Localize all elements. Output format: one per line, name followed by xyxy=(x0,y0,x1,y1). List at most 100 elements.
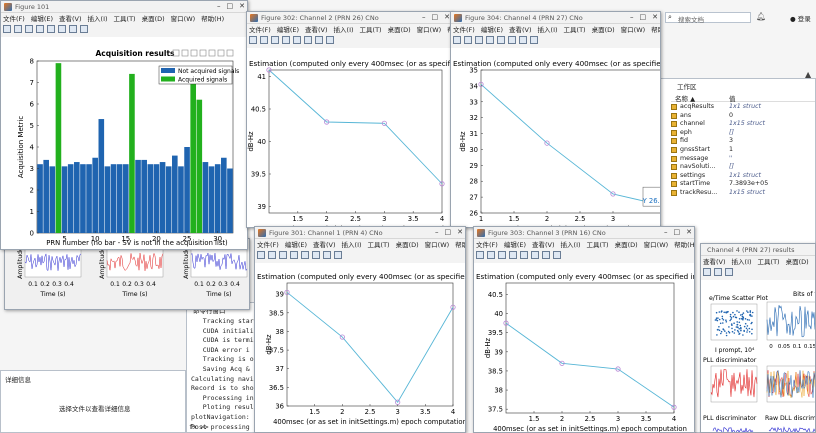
menu-item[interactable]: 查看(V) xyxy=(532,239,555,250)
toolbar-icon[interactable] xyxy=(80,25,88,33)
menu-item[interactable]: 编辑(E) xyxy=(277,24,299,35)
workspace-row[interactable]: settings 1x1 struct xyxy=(671,172,815,181)
maximize-icon[interactable]: □ xyxy=(640,13,647,21)
toolbar-icon[interactable] xyxy=(475,36,483,44)
menu-item[interactable]: 编辑(E) xyxy=(504,239,526,250)
workspace-row[interactable]: trackResu... 1x15 struct xyxy=(671,189,815,198)
menu-item[interactable]: 工具(T) xyxy=(114,13,136,24)
search-bar[interactable]: ⌕ 搜索文档 xyxy=(665,12,751,24)
menu-item[interactable]: 插入(I) xyxy=(538,24,558,35)
toolbar-icon[interactable] xyxy=(260,36,268,44)
toolbar-icon[interactable] xyxy=(304,36,312,44)
menu-item[interactable]: 窗口(W) xyxy=(621,24,646,35)
menu-item[interactable]: 窗口(W) xyxy=(171,13,196,24)
minimize-icon[interactable]: – xyxy=(217,2,221,10)
toolbar-icon[interactable] xyxy=(498,251,506,259)
menu-item[interactable]: 桌面(D) xyxy=(396,239,419,250)
toolbar-icon[interactable] xyxy=(530,36,538,44)
toolbar-icon[interactable] xyxy=(271,36,279,44)
workspace-row[interactable]: fid 3 xyxy=(671,137,815,146)
toolbar-icon[interactable] xyxy=(69,25,77,33)
workspace-row[interactable]: message '' xyxy=(671,155,815,164)
toolbar-icon[interactable] xyxy=(3,25,11,33)
toolbar-icon[interactable] xyxy=(268,251,276,259)
menu-item[interactable]: 工具(T) xyxy=(587,239,609,250)
toolbar-icon[interactable] xyxy=(282,36,290,44)
toolbar-icon[interactable] xyxy=(14,25,22,33)
toolbar-icon[interactable] xyxy=(36,25,44,33)
close-icon[interactable]: ✕ xyxy=(652,13,658,21)
menu-item[interactable]: 查看(V) xyxy=(509,24,532,35)
close-icon[interactable]: ✕ xyxy=(457,228,463,236)
maximize-icon[interactable]: □ xyxy=(674,228,681,236)
minimize-icon[interactable]: – xyxy=(630,13,634,21)
menu-item[interactable]: 插入(I) xyxy=(88,13,108,24)
menu-item[interactable]: 桌面(D) xyxy=(388,24,411,35)
toolbar-icon[interactable] xyxy=(334,251,342,259)
toolbar-icon[interactable] xyxy=(508,36,516,44)
toolbar-icon[interactable] xyxy=(703,268,711,276)
workspace-row[interactable]: eph [] xyxy=(671,129,815,138)
close-icon[interactable]: ✕ xyxy=(686,228,692,236)
menu-item[interactable]: 帮助(H) xyxy=(651,24,660,35)
menu-item[interactable]: 文件(F) xyxy=(249,24,271,35)
command-prompt[interactable]: fx >> xyxy=(189,423,209,431)
toolbar-icon[interactable] xyxy=(315,36,323,44)
menu-item[interactable]: 文件(F) xyxy=(453,24,475,35)
menu-item[interactable]: 插入(I) xyxy=(561,239,581,250)
toolbar-icon[interactable] xyxy=(486,36,494,44)
workspace-row[interactable]: channel 1x15 struct xyxy=(671,120,815,129)
menu-item[interactable]: 插入(I) xyxy=(334,24,354,35)
toolbar-icon[interactable] xyxy=(323,251,331,259)
toolbar-icon[interactable] xyxy=(519,36,527,44)
workspace-row[interactable]: ans 0 xyxy=(671,112,815,121)
toolbar-icon[interactable] xyxy=(293,36,301,44)
toolbar-icon[interactable] xyxy=(279,251,287,259)
menu-item[interactable]: 编辑(E) xyxy=(285,239,307,250)
menu-item[interactable]: 桌面(D) xyxy=(615,239,638,250)
login-link[interactable]: ● 登录 xyxy=(790,13,811,23)
menu-item[interactable]: 桌面(D) xyxy=(786,256,809,267)
menu-item[interactable]: 桌面(D) xyxy=(592,24,615,35)
toolbar-icon[interactable] xyxy=(476,251,484,259)
menu-item[interactable]: 工具(T) xyxy=(564,24,586,35)
menu-item[interactable]: 工具(T) xyxy=(360,24,382,35)
close-icon[interactable]: ✕ xyxy=(239,2,245,10)
toolbar-icon[interactable] xyxy=(464,36,472,44)
toolbar-icon[interactable] xyxy=(714,268,722,276)
col-name-header[interactable]: 名称 ▲ xyxy=(675,93,695,103)
menu-item[interactable]: 窗口(W) xyxy=(425,239,450,250)
toolbar-icon[interactable] xyxy=(520,251,528,259)
toolbar-icon[interactable] xyxy=(553,251,561,259)
toolbar-icon[interactable] xyxy=(290,251,298,259)
toolbar-icon[interactable] xyxy=(257,251,265,259)
menu-item[interactable]: 窗口(W) xyxy=(644,239,669,250)
menu-item[interactable]: 编辑(E) xyxy=(31,13,53,24)
bell-icon[interactable]: 🔔︎ xyxy=(756,12,766,21)
maximize-icon[interactable]: □ xyxy=(432,13,439,21)
maximize-icon[interactable]: □ xyxy=(227,2,234,10)
minimize-icon[interactable]: – xyxy=(664,228,668,236)
workspace-row[interactable]: acqResults 1x1 struct xyxy=(671,103,815,112)
menu-item[interactable]: 工具(T) xyxy=(368,239,390,250)
menu-item[interactable]: 帮助(H) xyxy=(674,239,694,250)
toolbar-icon[interactable] xyxy=(301,251,309,259)
toolbar-icon[interactable] xyxy=(58,25,66,33)
toolbar-icon[interactable] xyxy=(725,268,733,276)
maximize-icon[interactable]: □ xyxy=(445,228,452,236)
menu-item[interactable]: 插入(I) xyxy=(342,239,362,250)
toolbar-icon[interactable] xyxy=(542,251,550,259)
workspace-row[interactable]: startTime 7.3893e+05 xyxy=(671,180,815,189)
toolbar-icon[interactable] xyxy=(249,36,257,44)
menu-item[interactable]: 文件(F) xyxy=(476,239,498,250)
toolbar-icon[interactable] xyxy=(497,36,505,44)
menu-item[interactable]: 帮助(H) xyxy=(455,239,465,250)
workspace-row[interactable]: gnssStart 1 xyxy=(671,146,815,155)
menu-item[interactable]: 帮助(H) xyxy=(201,13,224,24)
menu-item[interactable]: 插入(I) xyxy=(732,256,752,267)
menu-item[interactable]: 工具(T) xyxy=(758,256,780,267)
workspace-row[interactable]: navSoluti... [] xyxy=(671,163,815,172)
toolbar-icon[interactable] xyxy=(312,251,320,259)
menu-item[interactable]: 编辑(E) xyxy=(481,24,503,35)
menu-item[interactable]: 文件(F) xyxy=(3,13,25,24)
